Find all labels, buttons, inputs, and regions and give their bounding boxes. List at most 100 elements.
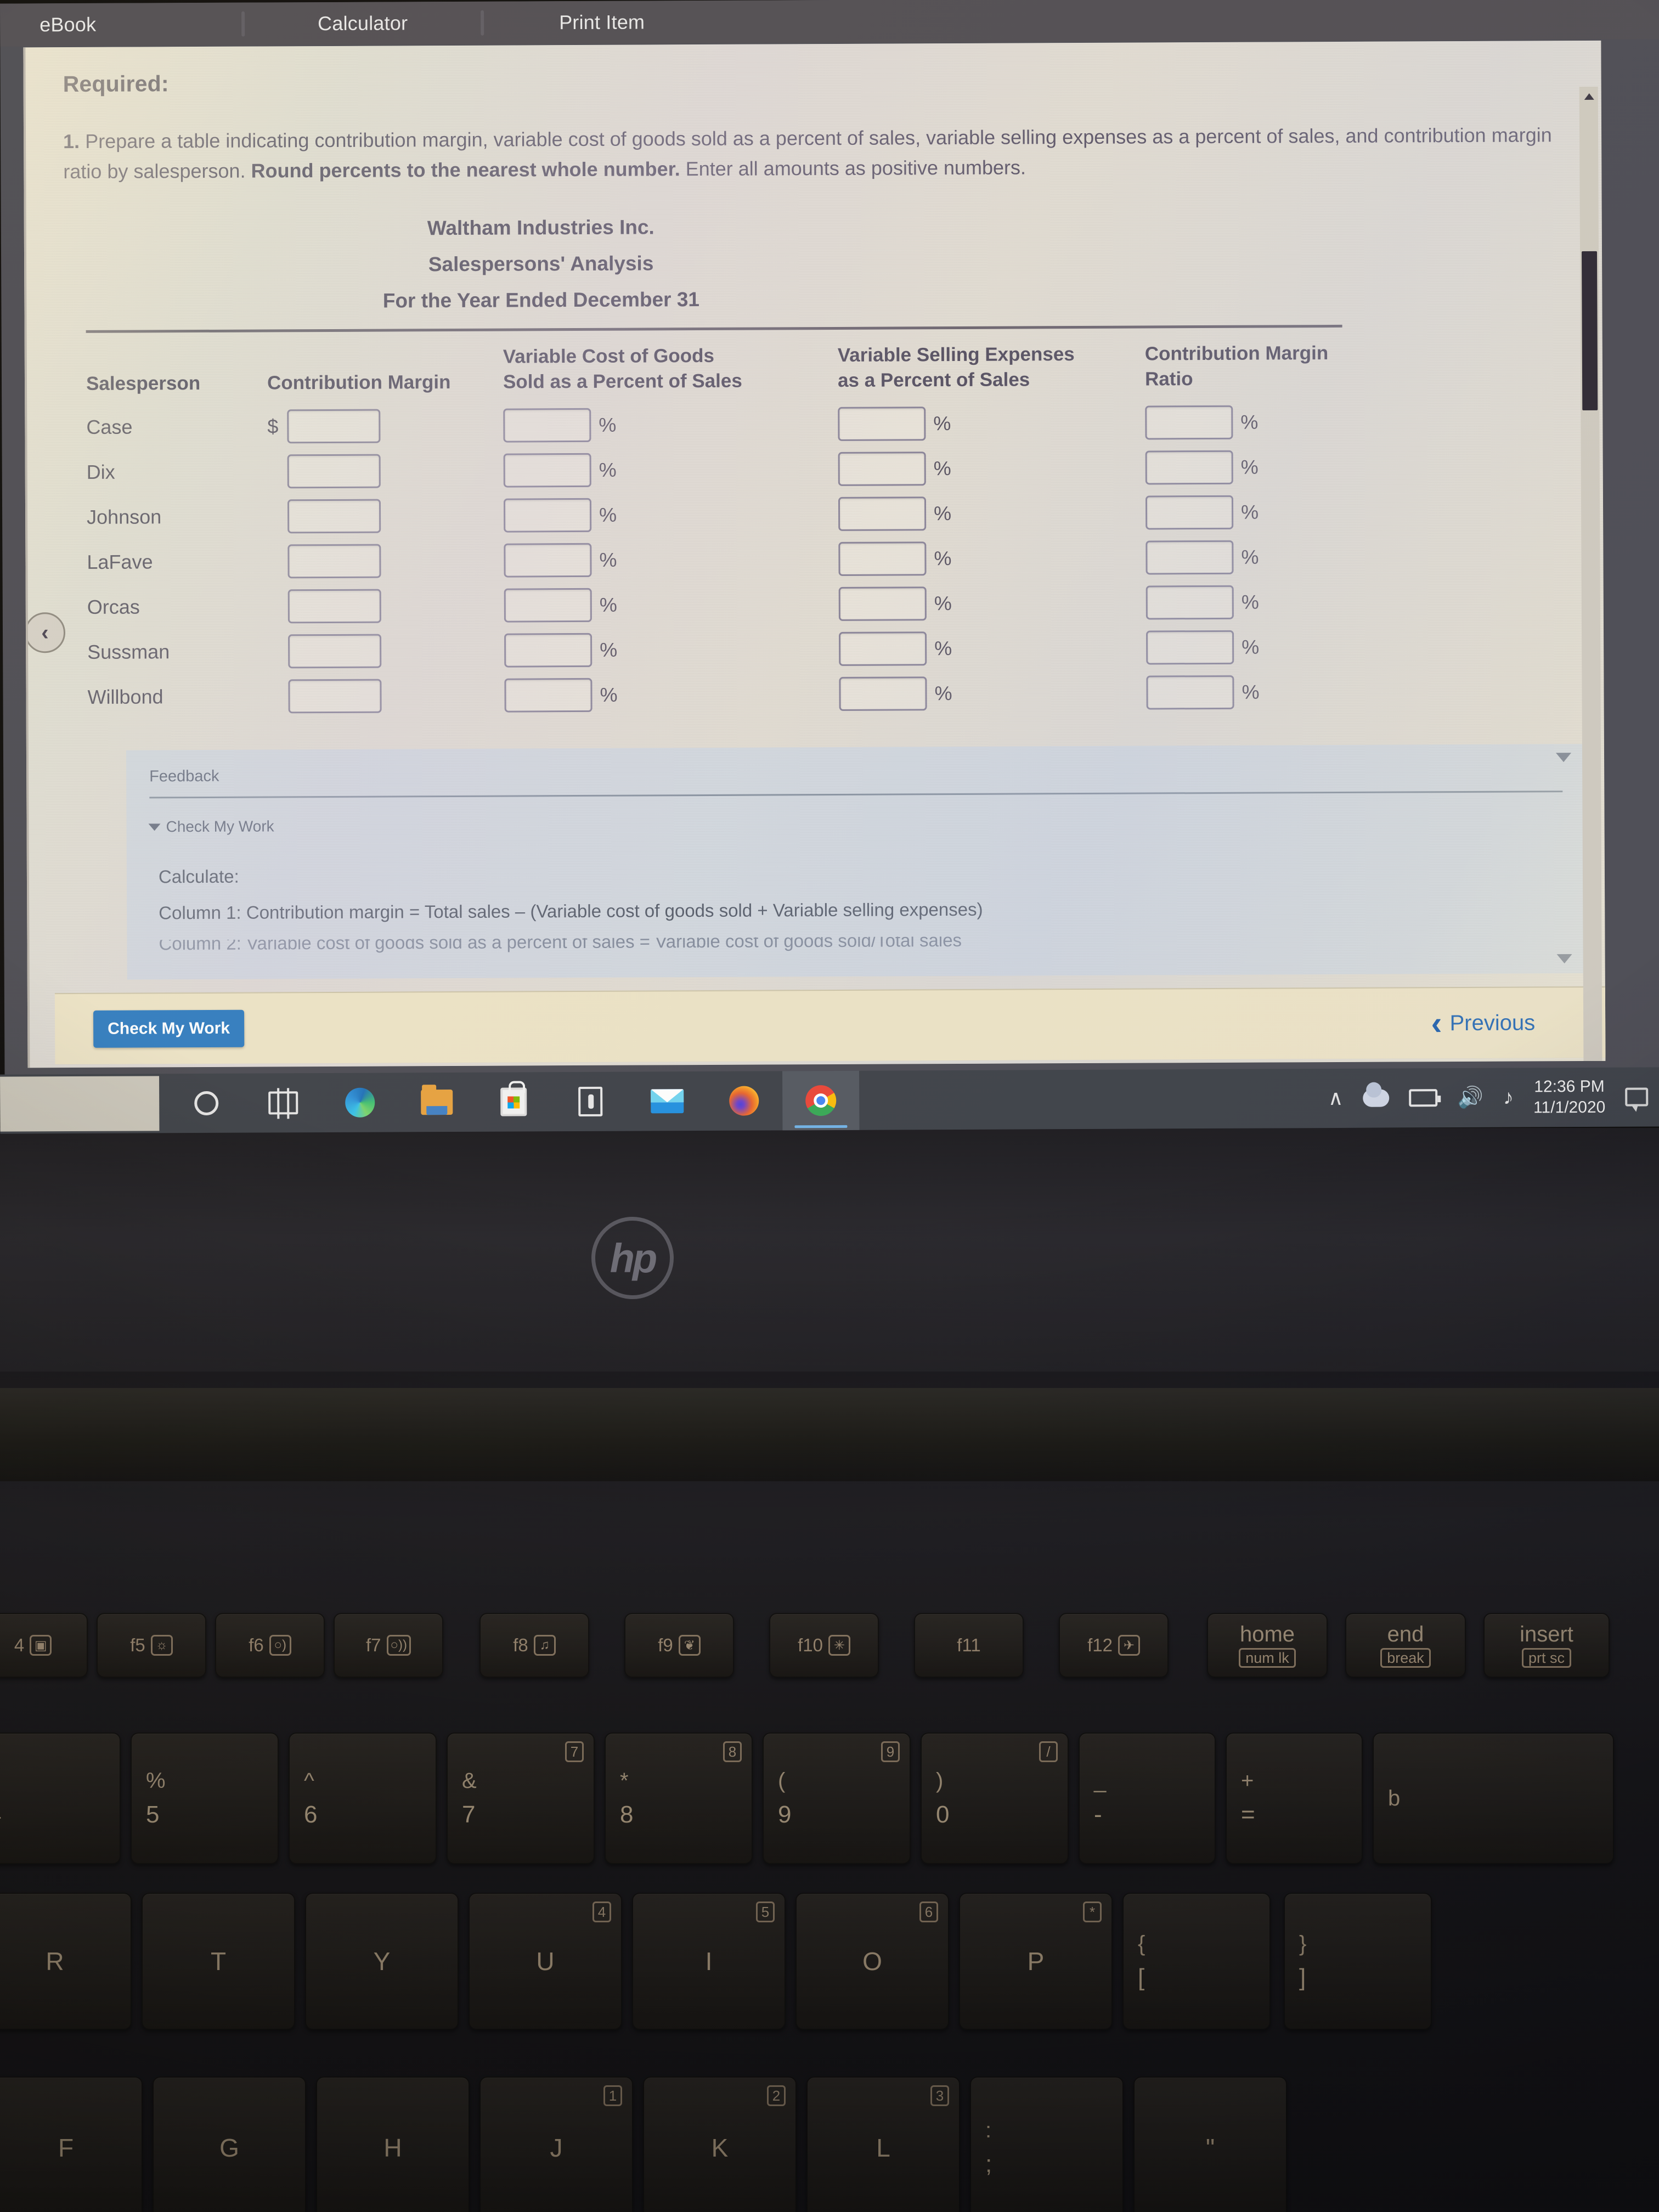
- key-f[interactable]: F: [0, 2076, 143, 2212]
- key-h[interactable]: H: [316, 2076, 470, 2212]
- input-cm-ratio-lafave[interactable]: [1146, 540, 1234, 575]
- key-o[interactable]: O 6: [795, 1893, 949, 2030]
- feedback-scroll-up-arrow[interactable]: [1556, 753, 1572, 763]
- input-vcogs-percent-orcas[interactable]: [504, 588, 592, 623]
- key-k[interactable]: K 2: [643, 2076, 797, 2212]
- taskbar-mail-button[interactable]: [629, 1071, 706, 1131]
- key-quote[interactable]: ": [1133, 2076, 1287, 2212]
- key-i[interactable]: I 5: [632, 1893, 786, 2030]
- input-vse-percent-willbond[interactable]: [839, 676, 927, 711]
- scrollbar-thumb[interactable]: [1582, 251, 1598, 411]
- input-vse-percent-dix[interactable]: [838, 452, 926, 486]
- input-cm-ratio-sussman[interactable]: [1146, 630, 1234, 665]
- input-vse-percent-case[interactable]: [838, 407, 926, 441]
- input-vcogs-percent-johnson[interactable]: [503, 498, 592, 533]
- taskbar-cortana-button[interactable]: [168, 1074, 245, 1133]
- key-9[interactable]: ( 9 9: [763, 1733, 911, 1864]
- input-contribution-margin-dix[interactable]: [287, 454, 381, 489]
- taskbar-file-explorer-button[interactable]: [398, 1073, 475, 1132]
- key-y[interactable]: Y: [305, 1893, 459, 2030]
- cell-contribution-margin: [268, 538, 504, 584]
- f8-key[interactable]: f8 ♫: [479, 1613, 589, 1678]
- key-minus[interactable]: _ -: [1079, 1733, 1216, 1864]
- key-g[interactable]: G: [153, 2076, 306, 2212]
- key-bracket-right[interactable]: } ]: [1284, 1893, 1432, 2030]
- scroll-up-icon[interactable]: [1584, 93, 1594, 100]
- input-contribution-margin-lafave[interactable]: [287, 544, 381, 579]
- taskbar-microsoft-store-button[interactable]: [475, 1072, 552, 1132]
- input-vcogs-percent-case[interactable]: [503, 408, 591, 443]
- key-t[interactable]: T: [142, 1893, 295, 2030]
- f7-key[interactable]: f7 ○)): [334, 1613, 443, 1678]
- input-vse-percent-sussman[interactable]: [839, 631, 927, 666]
- input-cm-ratio-dix[interactable]: [1145, 450, 1233, 485]
- input-contribution-margin-sussman[interactable]: [288, 634, 382, 669]
- end-break-key[interactable]: end break: [1345, 1613, 1466, 1678]
- key-j[interactable]: J 1: [479, 2076, 633, 2212]
- home-numlk-key[interactable]: home num lk: [1207, 1613, 1328, 1678]
- f5-key[interactable]: f5 ☼: [97, 1613, 206, 1678]
- key-4[interactable]: $ 4: [0, 1733, 121, 1864]
- col-header-vse-line2: as a Percent of Sales: [837, 368, 1030, 391]
- key-6[interactable]: ^ 6: [289, 1733, 437, 1864]
- f4-key[interactable]: 4 ▣: [0, 1613, 88, 1678]
- key-r[interactable]: R: [0, 1893, 132, 2030]
- input-contribution-margin-johnson[interactable]: [287, 499, 381, 534]
- taskbar-sticky-notes-button[interactable]: [552, 1072, 629, 1132]
- input-vcogs-percent-dix[interactable]: [503, 453, 591, 488]
- cell-vse-percent: %: [838, 580, 1146, 627]
- tab-calculator[interactable]: Calculator: [245, 2, 481, 46]
- key-backspace[interactable]: b: [1373, 1733, 1614, 1864]
- insert-prtsc-key[interactable]: insert prt sc: [1483, 1613, 1610, 1678]
- f6-key[interactable]: f6 ○): [215, 1613, 325, 1678]
- taskbar-task-view-button[interactable]: [245, 1073, 321, 1133]
- input-vse-percent-orcas[interactable]: [838, 586, 927, 621]
- input-vcogs-percent-sussman[interactable]: [504, 633, 592, 668]
- key-7[interactable]: & 7 7: [447, 1733, 595, 1864]
- input-vcogs-percent-lafave[interactable]: [504, 543, 592, 578]
- key-semicolon[interactable]: : ;: [970, 2076, 1124, 2212]
- input-vse-percent-lafave[interactable]: [838, 541, 927, 576]
- input-contribution-margin-orcas[interactable]: [287, 589, 381, 624]
- previous-button[interactable]: ‹ Previous: [1431, 1005, 1535, 1041]
- input-cm-ratio-orcas[interactable]: [1146, 585, 1234, 620]
- input-vse-percent-johnson[interactable]: [838, 496, 927, 531]
- display-icon: ▣: [30, 1635, 52, 1656]
- tray-overflow-caret-icon[interactable]: ∧: [1328, 1087, 1344, 1110]
- action-center-icon[interactable]: [1625, 1087, 1649, 1107]
- taskbar-firefox-button[interactable]: [706, 1071, 782, 1131]
- f11-key[interactable]: f11: [914, 1613, 1024, 1678]
- key-5[interactable]: % 5: [131, 1733, 279, 1864]
- input-cm-ratio-johnson[interactable]: [1145, 495, 1234, 530]
- battery-icon[interactable]: [1409, 1089, 1438, 1107]
- key-l[interactable]: L 3: [806, 2076, 960, 2212]
- collapse-panel-button[interactable]: ‹: [24, 612, 66, 653]
- key-bracket-left[interactable]: { [: [1122, 1893, 1271, 2030]
- tab-ebook[interactable]: eBook: [0, 3, 241, 47]
- taskbar-clock[interactable]: 12:36 PM 11/1/2020: [1533, 1076, 1606, 1118]
- check-my-work-disclosure[interactable]: Check My Work: [126, 792, 1585, 836]
- key-equals[interactable]: + =: [1226, 1733, 1363, 1864]
- input-vcogs-percent-willbond[interactable]: [504, 678, 592, 713]
- f12-key[interactable]: f12 ✈: [1059, 1613, 1169, 1678]
- input-cm-ratio-willbond[interactable]: [1146, 675, 1234, 710]
- key-0[interactable]: ) 0 /: [921, 1733, 1069, 1864]
- check-my-work-button[interactable]: Check My Work: [93, 1009, 245, 1048]
- input-contribution-margin-willbond[interactable]: [288, 679, 382, 714]
- key-p[interactable]: P *: [959, 1893, 1113, 2030]
- tab-print-item[interactable]: Print Item: [484, 1, 720, 44]
- key-u[interactable]: U 4: [469, 1893, 622, 2030]
- percent-sign: %: [933, 412, 951, 435]
- taskbar-edge-button[interactable]: [321, 1073, 398, 1132]
- onedrive-cloud-icon[interactable]: [1363, 1089, 1390, 1107]
- numpad-9-label: 9: [881, 1741, 900, 1762]
- taskbar-search-box[interactable]: [0, 1076, 160, 1132]
- volume-icon[interactable]: 🔊: [1458, 1086, 1484, 1109]
- taskbar-chrome-button[interactable]: [782, 1070, 860, 1131]
- f10-key[interactable]: f10 ✳: [769, 1613, 879, 1678]
- input-cm-ratio-case[interactable]: [1145, 405, 1233, 440]
- headphone-icon[interactable]: ♪: [1503, 1086, 1514, 1109]
- input-contribution-margin-case[interactable]: [287, 409, 381, 444]
- key-8[interactable]: * 8 8: [605, 1733, 753, 1864]
- f9-key[interactable]: f9 ❦: [624, 1613, 734, 1678]
